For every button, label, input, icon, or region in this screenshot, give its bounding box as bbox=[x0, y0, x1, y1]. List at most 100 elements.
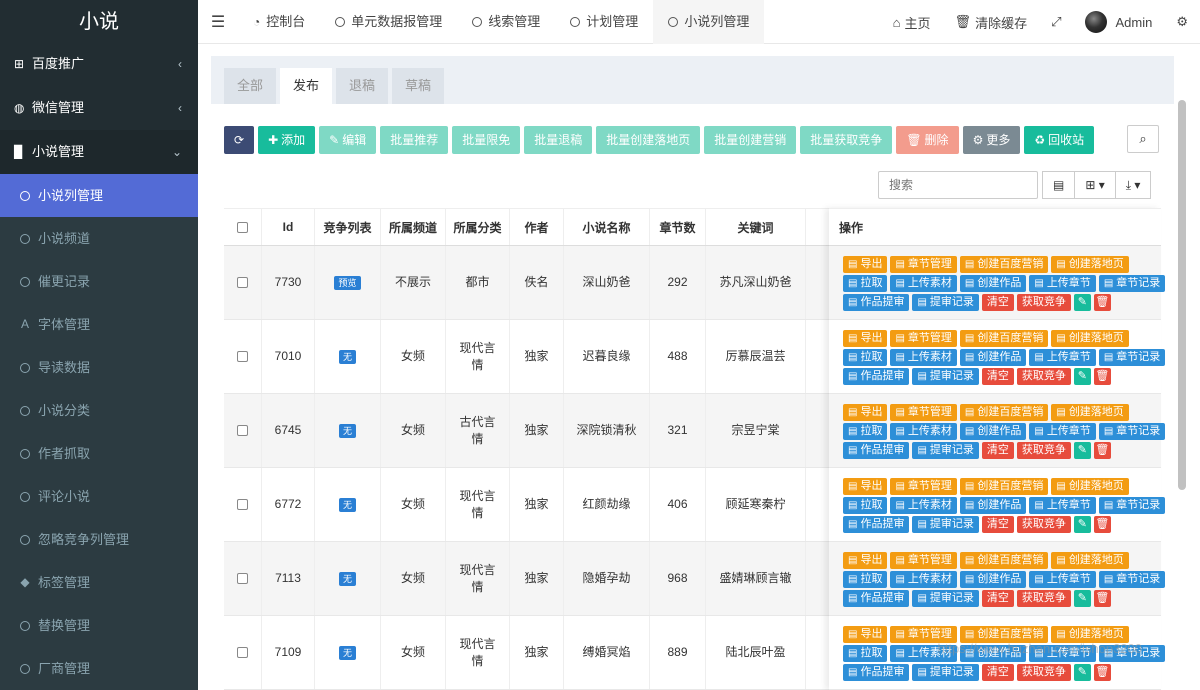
batch-free-button[interactable]: 批量限免 bbox=[452, 126, 521, 154]
review-record-button[interactable]: ▤ 提审记录 bbox=[912, 442, 979, 459]
export-button[interactable]: ▤ 导出 bbox=[843, 552, 888, 569]
chapter-manage-button[interactable]: ▤ 章节管理 bbox=[890, 552, 957, 569]
compete-badge[interactable]: 无 bbox=[338, 349, 356, 364]
compete-badge[interactable]: 无 bbox=[338, 571, 356, 586]
get-compete-button[interactable]: 获取竞争 bbox=[1016, 516, 1071, 533]
chapter-record-button[interactable]: ▤ 章节记录 bbox=[1098, 349, 1166, 366]
user-menu[interactable]: Admin bbox=[1073, 11, 1164, 33]
export-button[interactable]: ⤓ ▾ bbox=[1114, 171, 1152, 199]
tab-all[interactable]: 全部 bbox=[224, 68, 277, 104]
batch-landing-button[interactable]: 批量创建落地页 bbox=[596, 126, 701, 154]
edit-row-button[interactable]: ✎ bbox=[1073, 590, 1091, 607]
header-author[interactable]: 作者 bbox=[510, 209, 564, 245]
clear-button[interactable]: 清空 bbox=[981, 516, 1014, 533]
tab-published[interactable]: 发布 bbox=[280, 68, 333, 104]
review-record-button[interactable]: ▤ 提审记录 bbox=[912, 664, 979, 681]
checkbox[interactable] bbox=[237, 647, 248, 658]
create-landing-button[interactable]: ▤ 创建落地页 bbox=[1051, 330, 1129, 347]
tab-draft[interactable]: 草稿 bbox=[392, 68, 445, 104]
get-compete-button[interactable]: 获取竞争 bbox=[1016, 294, 1071, 311]
sidebar-group-wechat[interactable]: ◍ 微信管理 ‹ bbox=[0, 86, 198, 130]
tab-dashboard[interactable]: ◔ 控制台 bbox=[238, 0, 320, 44]
upload-chapter-button[interactable]: ▤ 上传章节 bbox=[1029, 423, 1096, 440]
create-baidu-marketing-button[interactable]: ▤ 创建百度营销 bbox=[959, 404, 1049, 421]
header-category[interactable]: 所属分类 bbox=[446, 209, 510, 245]
submit-review-button[interactable]: ▤ 作品提审 bbox=[843, 294, 910, 311]
pull-button[interactable]: ▤ 拉取 bbox=[843, 497, 888, 514]
header-select-all[interactable] bbox=[224, 209, 262, 245]
chapter-manage-button[interactable]: ▤ 章节管理 bbox=[890, 404, 957, 421]
edit-row-button[interactable]: ✎ bbox=[1073, 368, 1091, 385]
create-baidu-marketing-button[interactable]: ▤ 创建百度营销 bbox=[959, 256, 1049, 273]
create-work-button[interactable]: ▤ 创建作品 bbox=[959, 275, 1027, 292]
sidebar-item-font[interactable]: A 字体管理 bbox=[0, 303, 198, 346]
create-work-button[interactable]: ▤ 创建作品 bbox=[959, 349, 1027, 366]
header-channel[interactable]: 所属频道 bbox=[381, 209, 446, 245]
sidebar-item-urge[interactable]: 催更记录 bbox=[0, 260, 198, 303]
recycle-button[interactable]: ♻ 回收站 bbox=[1024, 126, 1095, 154]
delete-button[interactable]: 🗑 删除 bbox=[896, 126, 959, 154]
cell-select[interactable] bbox=[224, 542, 262, 615]
search-input[interactable] bbox=[878, 171, 1038, 199]
compete-badge[interactable]: 无 bbox=[338, 497, 356, 512]
cell-select[interactable] bbox=[224, 246, 262, 319]
upload-material-button[interactable]: ▤ 上传素材 bbox=[890, 275, 957, 292]
pull-button[interactable]: ▤ 拉取 bbox=[843, 349, 888, 366]
get-compete-button[interactable]: 获取竞争 bbox=[1016, 442, 1071, 459]
submit-review-button[interactable]: ▤ 作品提审 bbox=[843, 442, 910, 459]
sidebar-item-author[interactable]: 作者抓取 bbox=[0, 432, 198, 475]
create-landing-button[interactable]: ▤ 创建落地页 bbox=[1051, 478, 1129, 495]
submit-review-button[interactable]: ▤ 作品提审 bbox=[843, 664, 910, 681]
batch-compete-button[interactable]: 批量获取竞争 bbox=[800, 126, 893, 154]
submit-review-button[interactable]: ▤ 作品提审 bbox=[843, 590, 910, 607]
fullscreen-icon[interactable]: ⤢ bbox=[1039, 14, 1073, 30]
columns-button[interactable]: ⊞ ▾ bbox=[1074, 171, 1116, 199]
chapter-record-button[interactable]: ▤ 章节记录 bbox=[1098, 275, 1166, 292]
clear-cache-link[interactable]: 🗑 清除缓存 bbox=[943, 13, 1040, 32]
upload-chapter-button[interactable]: ▤ 上传章节 bbox=[1029, 275, 1096, 292]
pull-button[interactable]: ▤ 拉取 bbox=[843, 423, 888, 440]
checkbox[interactable] bbox=[237, 425, 248, 436]
header-compete[interactable]: 竞争列表 bbox=[315, 209, 381, 245]
edit-row-button[interactable]: ✎ bbox=[1073, 294, 1091, 311]
upload-chapter-button[interactable]: ▤ 上传章节 bbox=[1029, 497, 1096, 514]
delete-row-button[interactable]: 🗑 bbox=[1093, 516, 1111, 533]
header-keyword[interactable]: 关键词 bbox=[706, 209, 806, 245]
delete-row-button[interactable]: 🗑 bbox=[1093, 590, 1111, 607]
delete-row-button[interactable]: 🗑 bbox=[1093, 442, 1111, 459]
header-name[interactable]: 小说名称 bbox=[564, 209, 650, 245]
cell-select[interactable] bbox=[224, 394, 262, 467]
upload-chapter-button[interactable]: ▤ 上传章节 bbox=[1029, 349, 1096, 366]
get-compete-button[interactable]: 获取竞争 bbox=[1016, 590, 1071, 607]
sidebar-group-baidu[interactable]: ⊞ 百度推广 ‹ bbox=[0, 42, 198, 86]
clear-button[interactable]: 清空 bbox=[981, 664, 1014, 681]
batch-reject-button[interactable]: 批量退稿 bbox=[524, 126, 593, 154]
submit-review-button[interactable]: ▤ 作品提审 bbox=[843, 516, 910, 533]
clear-button[interactable]: 清空 bbox=[981, 590, 1014, 607]
clear-button[interactable]: 清空 bbox=[981, 442, 1014, 459]
create-landing-button[interactable]: ▤ 创建落地页 bbox=[1051, 552, 1129, 569]
chapter-record-button[interactable]: ▤ 章节记录 bbox=[1098, 571, 1166, 588]
cell-select[interactable] bbox=[224, 468, 262, 541]
sidebar-item-ignore[interactable]: 忽略竞争列管理 bbox=[0, 518, 198, 561]
more-button[interactable]: ⚙ 更多 bbox=[962, 126, 1021, 154]
export-button[interactable]: ▤ 导出 bbox=[843, 256, 888, 273]
sidebar-item-vendor[interactable]: 厂商管理 bbox=[0, 647, 198, 690]
compete-badge[interactable]: 预览 bbox=[334, 275, 361, 290]
get-compete-button[interactable]: 获取竞争 bbox=[1016, 368, 1071, 385]
sidebar-item-channel[interactable]: 小说频道 bbox=[0, 217, 198, 260]
review-record-button[interactable]: ▤ 提审记录 bbox=[912, 516, 979, 533]
cell-select[interactable] bbox=[224, 616, 262, 689]
tab-novel-list[interactable]: 小说列管理 bbox=[653, 0, 765, 44]
create-baidu-marketing-button[interactable]: ▤ 创建百度营销 bbox=[959, 330, 1049, 347]
checkbox[interactable] bbox=[237, 277, 248, 288]
delete-row-button[interactable]: 🗑 bbox=[1093, 294, 1111, 311]
sidebar-item-comment[interactable]: 评论小说 bbox=[0, 475, 198, 518]
create-baidu-marketing-button[interactable]: ▤ 创建百度营销 bbox=[959, 478, 1049, 495]
header-chapters[interactable]: 章节数 bbox=[650, 209, 706, 245]
create-landing-button[interactable]: ▤ 创建落地页 bbox=[1051, 404, 1129, 421]
compete-badge[interactable]: 无 bbox=[338, 645, 356, 660]
add-button[interactable]: ✚ 添加 bbox=[258, 126, 316, 154]
upload-material-button[interactable]: ▤ 上传素材 bbox=[890, 571, 957, 588]
settings-icon[interactable]: ⚙ bbox=[1164, 14, 1200, 30]
